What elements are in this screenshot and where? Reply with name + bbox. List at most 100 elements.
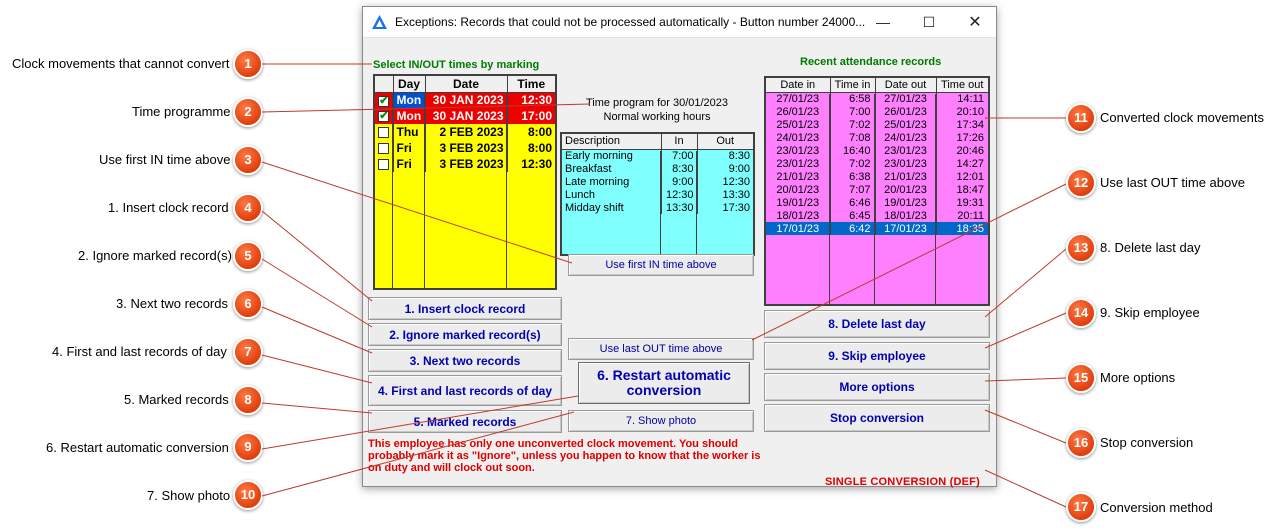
row-checkbox[interactable]: [378, 94, 390, 107]
use-first-in-button[interactable]: Use first IN time above: [568, 254, 754, 276]
show-photo-button[interactable]: 7. Show photo: [568, 410, 754, 432]
time-out: 20:11: [957, 209, 984, 222]
row-time: 12:30: [521, 157, 552, 171]
exceptions-window: Exceptions: Records that could not be pr…: [362, 6, 997, 488]
col-header-date-out: Date out: [875, 78, 937, 93]
tp-out: 12:30: [722, 175, 750, 188]
exceptions-grid-header: Day Date Time: [375, 76, 555, 93]
col-header-date-in: Date in: [766, 78, 831, 93]
row-time: 12:30: [507, 92, 555, 108]
annotation-badge-5: 5: [233, 241, 263, 271]
ignore-marked-records-button[interactable]: 2. Ignore marked record(s): [368, 323, 562, 346]
time-program-title: Time program for 30/01/2023 Normal worki…: [561, 96, 753, 124]
time-out: 12:01: [956, 170, 984, 183]
warning-message: This employee has only one unconverted c…: [368, 438, 761, 474]
annotation-badge-12: 12: [1066, 168, 1096, 198]
annotation-badge-16: 16: [1066, 428, 1096, 458]
col-header-date[interactable]: Date: [425, 76, 508, 93]
restart-conversion-button[interactable]: 6. Restart automatic conversion: [578, 362, 750, 404]
title-bar[interactable]: Exceptions: Records that could not be pr…: [363, 7, 996, 38]
col-header-out: Out: [697, 134, 753, 150]
annotation-label-10: 7. Show photo: [147, 488, 231, 503]
time-out: 20:10: [956, 105, 984, 118]
time-out: 17:34: [956, 118, 984, 131]
annotation-badge-2: 2: [233, 97, 263, 127]
time-program-name: Normal working hours: [603, 111, 711, 123]
time-out: 14:27: [956, 157, 984, 170]
time-program-grid[interactable]: Description In Out Early morning 7:00 8:30…: [560, 132, 755, 256]
annotation-label-16: Stop conversion: [1100, 435, 1194, 450]
annotation-badge-10: 10: [233, 480, 263, 510]
tp-out: 17:30: [722, 201, 750, 214]
row-checkbox[interactable]: [378, 109, 390, 123]
annotation-label-5: 2. Ignore marked record(s): [78, 248, 232, 263]
col-header-in: In: [661, 134, 698, 150]
row-checkbox[interactable]: [378, 127, 390, 139]
col-header-time[interactable]: Time: [507, 76, 555, 93]
annotation-badge-7: 7: [233, 337, 263, 367]
annotation-label-15: More options: [1100, 370, 1176, 385]
annotation-badge-11: 11: [1066, 103, 1096, 133]
time-out: 14:11: [957, 92, 984, 105]
more-options-button[interactable]: More options: [764, 373, 990, 401]
time-out: 18:35: [936, 222, 988, 235]
annotation-badge-13: 13: [1066, 233, 1096, 263]
row-checkbox[interactable]: [378, 143, 390, 155]
time-program-date: Time program for 30/01/2023: [585, 97, 729, 109]
annotation-badge-14: 14: [1066, 298, 1096, 328]
first-last-records-button[interactable]: 4. First and last records of day: [368, 375, 562, 406]
time-out: 18:47: [956, 183, 984, 196]
stop-conversion-button[interactable]: Stop conversion: [764, 404, 990, 432]
annotation-badge-1: 1: [233, 49, 263, 79]
exceptions-group-title: Select IN/OUT times by marking: [373, 59, 540, 71]
app-logo-icon: [372, 15, 387, 29]
annotation-label-3: Use first IN time above: [99, 152, 231, 167]
insert-clock-record-button[interactable]: 1. Insert clock record: [368, 297, 562, 320]
window-title: Exceptions: Records that could not be pr…: [395, 15, 866, 29]
time-out: 19:31: [956, 196, 984, 209]
maximize-icon[interactable]: ☐: [906, 7, 952, 38]
annotation-badge-3: 3: [233, 145, 263, 175]
time-program-header: Description In Out: [562, 134, 753, 150]
annotation-badge-15: 15: [1066, 363, 1096, 393]
annotation-label-2: Time programme: [132, 104, 231, 119]
skip-employee-button[interactable]: 9. Skip employee: [764, 342, 990, 370]
annotation-label-11: Converted clock movements: [1100, 110, 1265, 125]
use-last-out-button[interactable]: Use last OUT time above: [568, 338, 754, 360]
row-time: 8:00: [527, 141, 552, 155]
col-header-check: [375, 76, 394, 93]
annotation-label-6: 3. Next two records: [116, 296, 228, 311]
annotation-badge-4: 4: [233, 193, 263, 223]
annotation-badge-9: 9: [233, 432, 263, 462]
close-icon[interactable]: ✕: [952, 7, 998, 38]
annotation-badge-6: 6: [233, 289, 263, 319]
conversion-method-label: SINGLE CONVERSION (DEF): [825, 476, 980, 488]
next-two-records-button[interactable]: 3. Next two records: [368, 349, 562, 372]
annotation-label-12: Use last OUT time above: [1100, 175, 1245, 190]
col-header-description: Description: [562, 134, 662, 150]
annotation-label-9: 6. Restart automatic conversion: [46, 440, 229, 455]
annotation-label-1: Clock movements that cannot convert: [12, 56, 230, 71]
recent-records-grid[interactable]: Date in Time in Date out Time out 27/01/…: [764, 76, 990, 306]
annotation-label-7: 4. First and last records of day: [52, 344, 227, 359]
row-checkbox[interactable]: [378, 159, 390, 171]
exceptions-grid[interactable]: Day Date Time Mon 30 JAN 2023 12:30 Mon: [373, 74, 557, 290]
minimize-icon[interactable]: —: [860, 7, 906, 38]
annotation-label-4: 1. Insert clock record: [108, 200, 229, 215]
time-out: 20:46: [956, 144, 984, 157]
time-out: 17:26: [956, 131, 984, 144]
recent-records-title: Recent attendance records: [800, 56, 942, 68]
delete-last-day-button[interactable]: 8. Delete last day: [764, 310, 990, 338]
col-header-day[interactable]: Day: [393, 76, 426, 93]
annotation-label-17: Conversion method: [1100, 500, 1213, 515]
tp-out: 13:30: [722, 188, 750, 201]
annotation-badge-17: 17: [1066, 492, 1096, 522]
recent-grid-header: Date in Time in Date out Time out: [766, 78, 988, 93]
col-header-time-in: Time in: [830, 78, 876, 93]
row-time: 17:00: [507, 108, 555, 124]
annotation-badge-8: 8: [233, 385, 263, 415]
annotation-label-8: 5. Marked records: [124, 392, 229, 407]
marked-records-button[interactable]: 5. Marked records: [368, 410, 562, 433]
col-header-time-out: Time out: [936, 78, 988, 93]
row-time: 8:00: [527, 125, 552, 139]
